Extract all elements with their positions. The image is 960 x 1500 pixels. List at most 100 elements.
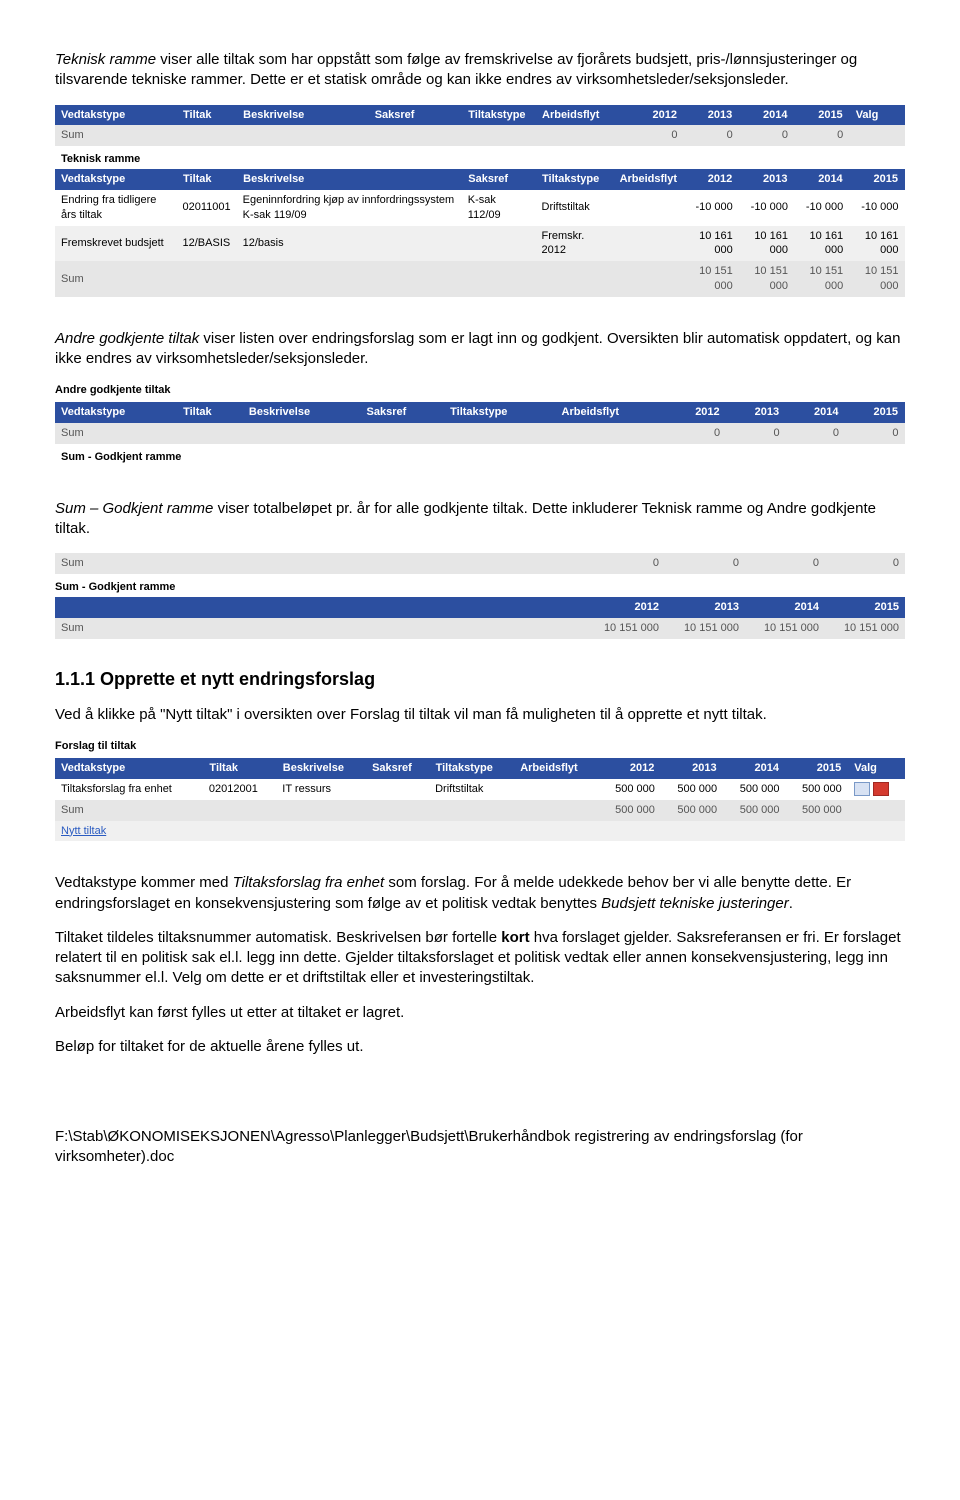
r1-c1: 02011001 xyxy=(177,190,237,226)
term-andre-godkjente: Andre godkjente tiltak xyxy=(55,330,199,347)
para-arbeidsflyt: Arbeidsflyt kan først fylles ut etter at… xyxy=(55,1003,905,1023)
p6a: Tiltaket tildeles tiltaksnummer automati… xyxy=(55,929,501,946)
r2-c0: Fremskrevet budsjett xyxy=(55,226,177,262)
th2-beskrivelse: Beskrivelse xyxy=(237,169,462,190)
th2-tiltak: Tiltak xyxy=(177,169,237,190)
r1-c6: -10 000 xyxy=(684,190,739,226)
r2-c6: 10 161 000 xyxy=(684,226,739,262)
para-vedtakstype: Vedtakstype kommer med Tiltaksforslag fr… xyxy=(55,873,905,914)
r2-c4: Fremskr. 2012 xyxy=(536,226,614,262)
section-andre-godkjente: Andre godkjente tiltak xyxy=(55,383,905,398)
sum-valg xyxy=(849,125,904,146)
t4-r1-c5 xyxy=(514,779,599,800)
th-tiltakstype: Tiltakstype xyxy=(462,105,536,126)
sum-2014: 0 xyxy=(739,125,794,146)
para-tiltaksnummer: Tiltaket tildeles tiltaksnummer automati… xyxy=(55,928,905,989)
r2-c9: 10 161 000 xyxy=(849,226,904,262)
t4-sum8: 500 000 xyxy=(723,800,785,821)
r1-c5 xyxy=(613,190,683,226)
table-andre-godkjente: Vedtakstype Tiltak Beskrivelse Saksref T… xyxy=(55,402,905,467)
sum2-label: Sum xyxy=(55,261,684,297)
r1-c4: Driftstiltak xyxy=(536,190,614,226)
th-valg: Valg xyxy=(849,105,904,126)
t4-r1-c7: 500 000 xyxy=(661,779,723,800)
th-2015: 2015 xyxy=(794,105,849,126)
t4-th0: Vedtakstype xyxy=(55,758,203,779)
p5a: Vedtakstype kommer med xyxy=(55,874,233,891)
t4-th5: Arbeidsflyt xyxy=(514,758,599,779)
t4-th4: Tiltakstype xyxy=(429,758,514,779)
t2-sum-label: Sum xyxy=(55,423,667,444)
t2-sum6: 0 xyxy=(667,423,726,444)
t3-sum-4: 10 151 000 xyxy=(819,621,899,636)
th2-2013: 2013 xyxy=(739,169,794,190)
t4-sum9: 500 000 xyxy=(785,800,847,821)
r1-c8: -10 000 xyxy=(794,190,849,226)
sum-2013: 0 xyxy=(684,125,739,146)
t2-th9: 2015 xyxy=(845,402,904,423)
t4-r1-c9: 500 000 xyxy=(785,779,847,800)
t3-top-1: 0 xyxy=(579,556,659,571)
t4-r1-c0: Tiltaksforslag fra enhet xyxy=(55,779,203,800)
t3-top-label: Sum xyxy=(61,556,579,571)
r2-c2: 12/basis xyxy=(237,226,462,262)
t2-sum8: 0 xyxy=(786,423,845,444)
t2-th4: Tiltakstype xyxy=(444,402,555,423)
t2-th6: 2012 xyxy=(667,402,726,423)
section-teknisk-ramme: Teknisk ramme xyxy=(55,146,905,169)
sum-2015: 0 xyxy=(794,125,849,146)
t4-th7: 2013 xyxy=(661,758,723,779)
t2-th1: Tiltak xyxy=(177,402,243,423)
th2-2015: 2015 xyxy=(849,169,904,190)
r2-c8: 10 161 000 xyxy=(794,226,849,262)
t3-h-blank xyxy=(61,600,579,615)
sum-label: Sum xyxy=(55,125,613,146)
t3-top-2: 0 xyxy=(659,556,739,571)
r1-c9: -10 000 xyxy=(849,190,904,226)
t4-sum7: 500 000 xyxy=(661,800,723,821)
t2-th5: Arbeidsflyt xyxy=(555,402,667,423)
t3-top-4: 0 xyxy=(819,556,899,571)
nytt-tiltak-link[interactable]: Nytt tiltak xyxy=(55,821,905,842)
t2-th3: Saksref xyxy=(360,402,444,423)
para-andre-godkjente: Andre godkjente tiltak viser listen over… xyxy=(55,329,905,370)
t4-th2: Beskrivelse xyxy=(276,758,365,779)
t3-h-2013: 2013 xyxy=(659,600,739,615)
th2-2014: 2014 xyxy=(794,169,849,190)
delete-icon[interactable] xyxy=(873,782,889,796)
para-sum-godkjent: Sum – Godkjent ramme viser totalbeløpet … xyxy=(55,499,905,540)
t2-th8: 2014 xyxy=(786,402,845,423)
sum2-2015: 10 151 000 xyxy=(849,261,904,297)
edit-icon[interactable] xyxy=(854,782,870,796)
table-forslag-tiltak: Vedtakstype Tiltak Beskrivelse Saksref T… xyxy=(55,758,905,841)
t2-sum9: 0 xyxy=(845,423,904,444)
p5b: Tiltaksforslag fra enhet xyxy=(233,874,385,891)
t3-header: 2012 2013 2014 2015 xyxy=(55,597,905,618)
t4-th9: 2015 xyxy=(785,758,847,779)
table-teknisk-ramme: Vedtakstype Tiltak Beskrivelse Saksref T… xyxy=(55,105,905,297)
th-tiltak: Tiltak xyxy=(177,105,237,126)
p5d: Budsjett tekniske justeringer xyxy=(601,895,789,912)
section-forslag-tiltak: Forslag til tiltak xyxy=(55,739,905,754)
sum2-2014: 10 151 000 xyxy=(794,261,849,297)
term-sum-godkjent: Sum – Godkjent ramme xyxy=(55,500,213,517)
para-teknisk-ramme-text: viser alle tiltak som har oppstått som f… xyxy=(55,51,857,88)
para-nytt-tiltak: Ved å klikke på "Nytt tiltak" i oversikt… xyxy=(55,705,905,725)
th2-saksref: Saksref xyxy=(462,169,536,190)
th2-vedtakstype: Vedtakstype xyxy=(55,169,177,190)
th2-arbeidsflyt: Arbeidsflyt xyxy=(613,169,683,190)
th-2012: 2012 xyxy=(613,105,683,126)
t4-r1-c8: 500 000 xyxy=(723,779,785,800)
t4-r1-c2: IT ressurs xyxy=(276,779,365,800)
t3-label: Sum - Godkjent ramme xyxy=(55,580,905,595)
t4-th8: 2014 xyxy=(723,758,785,779)
sum2-2013: 10 151 000 xyxy=(739,261,794,297)
th2-2012: 2012 xyxy=(684,169,739,190)
t4-r1-c6: 500 000 xyxy=(599,779,661,800)
t4-sum-label: Sum xyxy=(55,800,599,821)
t4-th10: Valg xyxy=(848,758,905,779)
t3-sum-label: Sum xyxy=(61,621,579,636)
th-2014: 2014 xyxy=(739,105,794,126)
th-beskrivelse: Beskrivelse xyxy=(237,105,369,126)
t2-th7: 2013 xyxy=(726,402,785,423)
